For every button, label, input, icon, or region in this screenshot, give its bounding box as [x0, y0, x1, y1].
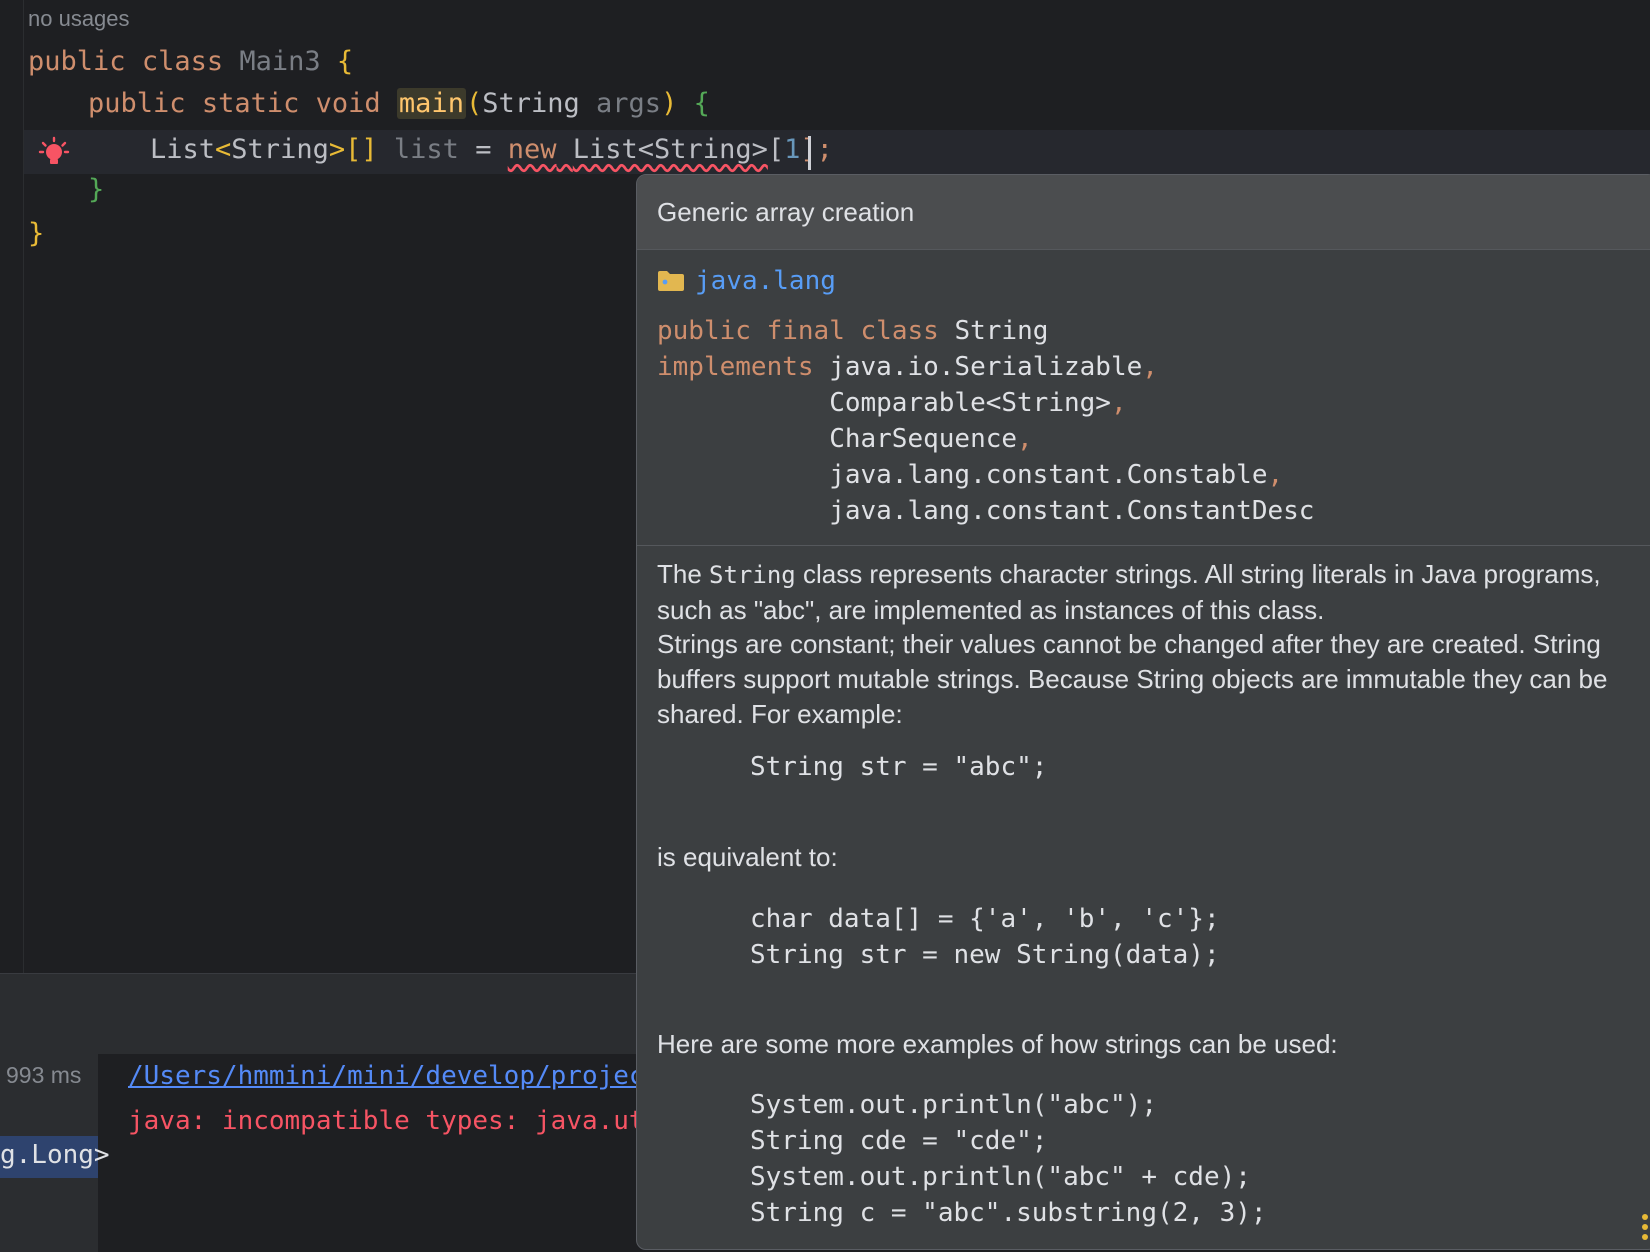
keyword: final: [766, 316, 845, 346]
class-signature: public final class String implements jav…: [657, 316, 1315, 526]
popup-title: Generic array creation: [637, 175, 1650, 250]
generic-bracket: <: [215, 134, 232, 165]
brace: }: [88, 174, 105, 205]
interface-name[interactable]: java.io.Serializable: [829, 352, 1142, 382]
quick-documentation-popup[interactable]: Generic array creation java.lang public …: [636, 174, 1650, 1250]
divider: [637, 545, 1650, 546]
keyword: class: [860, 316, 939, 346]
doc-paragraph-2: Strings are constant; their values canno…: [657, 629, 1608, 729]
variable-name: list: [393, 134, 459, 165]
code-example-3-line-1: System.out.println("abc");: [750, 1090, 1157, 1120]
type-name: String: [231, 134, 329, 165]
generic-bracket: >[]: [328, 134, 378, 165]
keyword: static: [201, 88, 300, 119]
code-example-1: String str = "abc";: [750, 752, 1048, 782]
interface-name[interactable]: java.lang.constant.ConstantDesc: [829, 496, 1314, 526]
bracket-semicolon: ];: [800, 134, 833, 165]
param-type: String: [482, 88, 580, 119]
package-row: java.lang: [657, 261, 836, 301]
interface-name[interactable]: Comparable<String>: [829, 388, 1111, 418]
code-line-1[interactable]: public class Main3 {: [28, 40, 353, 84]
class-name: String: [954, 316, 1049, 346]
paren: ): [661, 88, 678, 119]
number-literal: 1: [784, 134, 801, 165]
text-caret: [808, 136, 811, 170]
keyword-error: new: [507, 134, 557, 165]
keyword: public: [28, 46, 126, 77]
code-example-2-line-1: char data[] = {'a', 'b', 'c'};: [750, 904, 1220, 934]
keyword: public: [657, 316, 751, 346]
keyword: class: [141, 46, 224, 77]
brace: }: [28, 218, 45, 249]
usage-hint[interactable]: no usages: [28, 6, 130, 32]
doc-paragraph-3: is equivalent to:: [657, 842, 838, 872]
more-options-icon[interactable]: [1641, 1213, 1649, 1241]
code-example-3-line-2: String cde = "cde";: [750, 1126, 1048, 1156]
keyword: implements: [657, 352, 814, 382]
file-path-link[interactable]: /Users/hmmini/mini/develop/projec: [128, 1061, 645, 1091]
keyword: void: [315, 88, 381, 119]
method-name: main: [396, 88, 466, 119]
package-link[interactable]: java.lang: [695, 266, 836, 296]
inline-code: String: [709, 561, 796, 589]
doc-paragraph-4: Here are some more examples of how strin…: [657, 1029, 1338, 1059]
bracket: [: [767, 134, 785, 165]
code-line-4[interactable]: }: [88, 168, 104, 212]
code-example-2-line-2: String str = new String(data);: [750, 940, 1220, 970]
class-name: Main3: [239, 46, 321, 77]
interface-name[interactable]: java.lang.constant.Constable: [829, 460, 1267, 490]
code-line-3[interactable]: List<String>[] list = new List<String>[1…: [150, 128, 833, 172]
code-example-3-line-3: System.out.println("abc" + cde);: [750, 1162, 1251, 1192]
package-folder-icon: [658, 271, 684, 291]
interface-name[interactable]: CharSequence: [829, 424, 1017, 454]
code-line-5[interactable]: }: [28, 212, 44, 256]
error-message: java: incompatible types: java.ut: [128, 1106, 645, 1136]
operator: =: [475, 134, 492, 165]
type-name: List: [150, 134, 216, 165]
param-name: args: [596, 88, 662, 119]
keyword: public: [88, 88, 186, 119]
build-duration: 993 ms: [6, 1062, 82, 1088]
paren: (: [465, 88, 483, 119]
type-name-error: List<String>: [572, 134, 768, 165]
code-example-3-line-4: String c = "abc".substring(2, 3);: [750, 1198, 1267, 1228]
brace: {: [693, 88, 710, 119]
selected-tree-item-label[interactable]: g.Long>: [0, 1140, 110, 1170]
doc-paragraph-1: The String class represents character st…: [657, 559, 1601, 625]
lightbulb-error-icon[interactable]: [38, 136, 70, 168]
brace: {: [336, 46, 354, 77]
code-line-2[interactable]: public static void main(String args) {: [88, 82, 710, 126]
